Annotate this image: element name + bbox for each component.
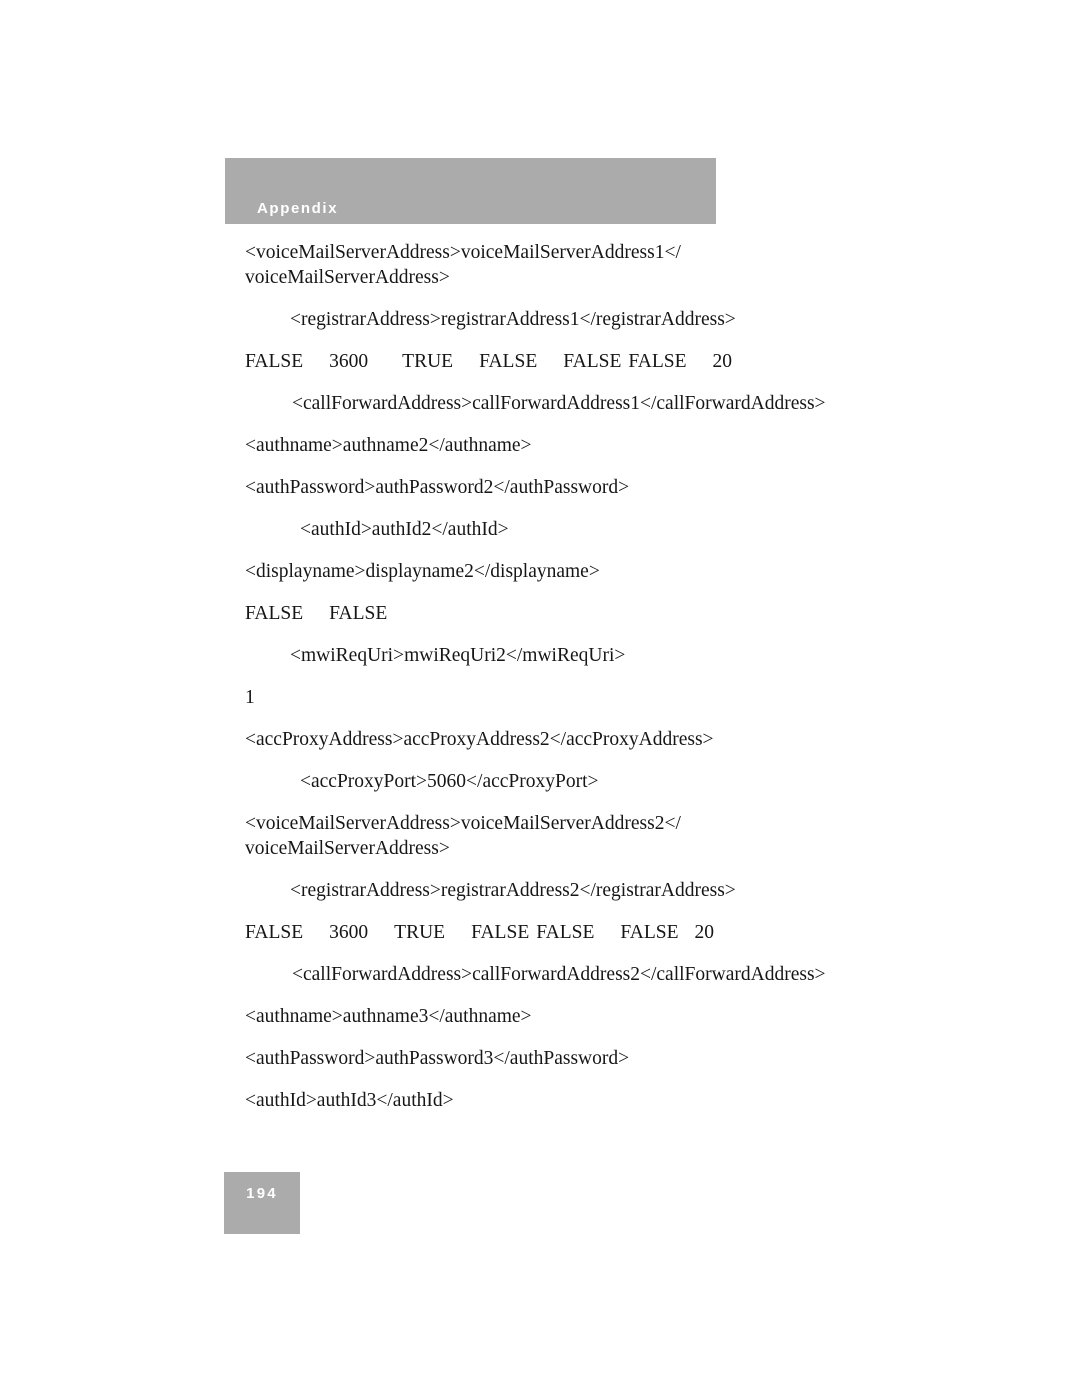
- code-line-mwirequri-2: <mwiReqUri>mwiReqUri2</mwiReqUri>: [290, 645, 626, 666]
- value-token: 20: [694, 922, 715, 943]
- value-token: FALSE: [471, 922, 530, 943]
- code-line-authname-2: <authname>authname2</authname>: [245, 435, 532, 456]
- page-number-label: 194: [246, 1185, 278, 1202]
- value-token: FALSE: [563, 351, 622, 372]
- value-token: 3600: [329, 351, 369, 372]
- code-line-authpassword-3: <authPassword>authPassword3</authPasswor…: [245, 1048, 630, 1069]
- code-line-registrar-2: <registrarAddress>registrarAddress2</reg…: [290, 880, 736, 901]
- code-line-callforward-1: <callForwardAddress>callForwardAddress1<…: [292, 393, 826, 414]
- code-line-authid-3: <authId>authId3</authId>: [245, 1090, 454, 1111]
- code-listing-body: <voiceMailServerAddress>voiceMailServerA…: [245, 240, 965, 1130]
- value-token: FALSE: [245, 603, 304, 624]
- value-token: FALSE: [536, 922, 595, 943]
- code-line-values-row-3: 1: [245, 685, 965, 710]
- code-line-accproxyaddress-2: <accProxyAddress>accProxyAddress2</accPr…: [245, 729, 714, 750]
- code-line-registrar-1: <registrarAddress>registrarAddress1</reg…: [290, 309, 736, 330]
- value-token: FALSE: [620, 922, 679, 943]
- value-token: 3600: [329, 922, 369, 943]
- document-page: Appendix <voiceMailServerAddress>voiceMa…: [0, 0, 1080, 1397]
- value-token: FALSE: [479, 351, 538, 372]
- code-line-voicemail-1: <voiceMailServerAddress>voiceMailServerA…: [245, 242, 681, 288]
- value-token: TRUE: [394, 922, 446, 943]
- code-line-values-row-4: FALSE 3600 TRUE FALSE FALSE FALSE 20: [245, 920, 965, 945]
- code-line-authpassword-2: <authPassword>authPassword2</authPasswor…: [245, 477, 630, 498]
- value-token: FALSE: [245, 351, 304, 372]
- code-line-authname-3: <authname>authname3</authname>: [245, 1006, 532, 1027]
- value-token: FALSE: [628, 351, 687, 372]
- appendix-header-label: Appendix: [257, 200, 339, 217]
- value-token: TRUE: [402, 351, 454, 372]
- page-number-box: 194: [224, 1172, 300, 1234]
- code-line-values-row-1: FALSE 3600 TRUE FALSE FALSE FALSE 20: [245, 349, 965, 374]
- code-line-authid-2: <authId>authId2</authId>: [300, 519, 509, 540]
- code-line-callforward-2: <callForwardAddress>callForwardAddress2<…: [292, 964, 826, 985]
- value-token: FALSE: [329, 603, 388, 624]
- code-line-values-row-2: FALSE FALSE: [245, 601, 965, 626]
- value-token: 20: [712, 351, 733, 372]
- code-line-voicemail-2: <voiceMailServerAddress>voiceMailServerA…: [245, 813, 681, 859]
- appendix-header-band: Appendix: [225, 158, 716, 224]
- code-line-accproxyport-2: <accProxyPort>5060</accProxyPort>: [300, 771, 599, 792]
- value-token: 1: [245, 687, 255, 708]
- value-token: FALSE: [245, 922, 304, 943]
- code-line-displayname-2: <displayname>displayname2</displayname>: [245, 561, 600, 582]
